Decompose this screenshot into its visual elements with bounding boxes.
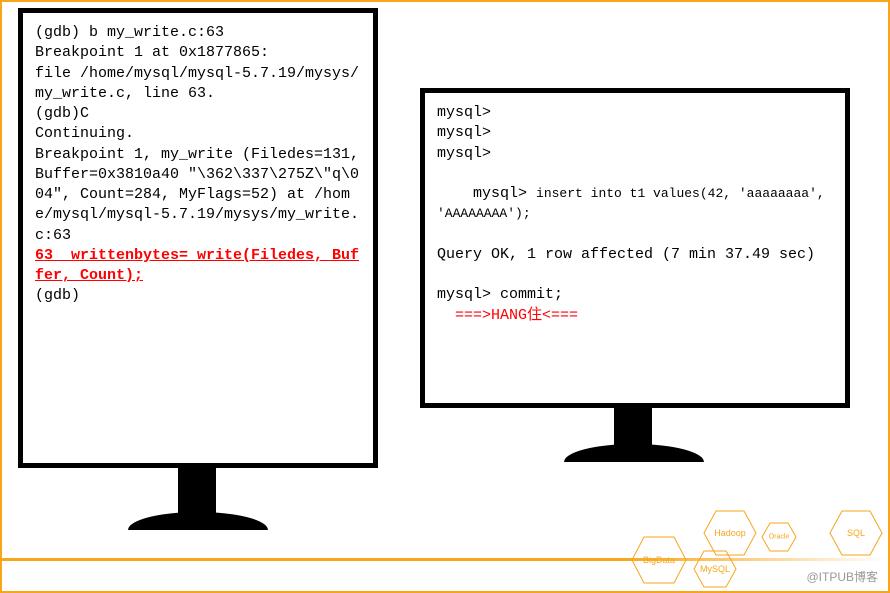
monitor-stand-base	[564, 444, 704, 462]
hex-sql: SQL	[828, 509, 884, 557]
footer-divider	[2, 558, 888, 561]
gdb-highlight-line: 63 writtenbytes= write(Filedes, Buffer, …	[35, 246, 361, 287]
monitor-stand-neck	[178, 468, 216, 516]
gdb-line: file /home/mysql/mysql-5.7.19/mysys/my_w…	[35, 64, 361, 105]
monitor-stand-neck	[614, 408, 652, 448]
gdb-line: (gdb)C	[35, 104, 361, 124]
gdb-line: (gdb) b my_write.c:63	[35, 23, 361, 43]
monitor-stand-base	[128, 512, 268, 530]
gdb-line: Breakpoint 1, my_write (Filedes=131, Buf…	[35, 145, 361, 246]
hang-indicator: ===>HANG住<===	[437, 306, 833, 326]
hex-label: Oracle	[769, 534, 790, 541]
watermark: @ITPUB博客	[806, 568, 878, 585]
gdb-terminal: (gdb) b my_write.c:63 Breakpoint 1 at 0x…	[18, 8, 378, 468]
hex-label: SQL	[847, 528, 865, 538]
hex-label: MySQL	[700, 564, 730, 574]
hex-mysql: MySQL	[692, 549, 738, 589]
gdb-line: (gdb)	[35, 286, 361, 306]
gdb-line: Breakpoint 1 at 0x1877865:	[35, 43, 361, 63]
hex-oracle: Oracle	[760, 521, 798, 553]
mysql-terminal: mysql> mysql> mysql> mysql> insert into …	[420, 88, 850, 408]
hex-label: BigData	[643, 555, 675, 565]
mysql-prompt-prefix: mysql>	[473, 185, 536, 202]
hex-bigdata: BigData	[630, 535, 688, 585]
mysql-prompt: mysql>	[437, 123, 833, 143]
mysql-prompt: mysql>	[437, 144, 833, 164]
blank-line	[437, 265, 833, 285]
mysql-insert-line: mysql> insert into t1 values(42, 'aaaaaa…	[437, 164, 833, 245]
mysql-result: Query OK, 1 row affected (7 min 37.49 se…	[437, 245, 833, 265]
mysql-commit: mysql> commit;	[437, 285, 833, 305]
hex-label: Hadoop	[714, 528, 746, 538]
gdb-line: Continuing.	[35, 124, 361, 144]
mysql-prompt: mysql>	[437, 103, 833, 123]
